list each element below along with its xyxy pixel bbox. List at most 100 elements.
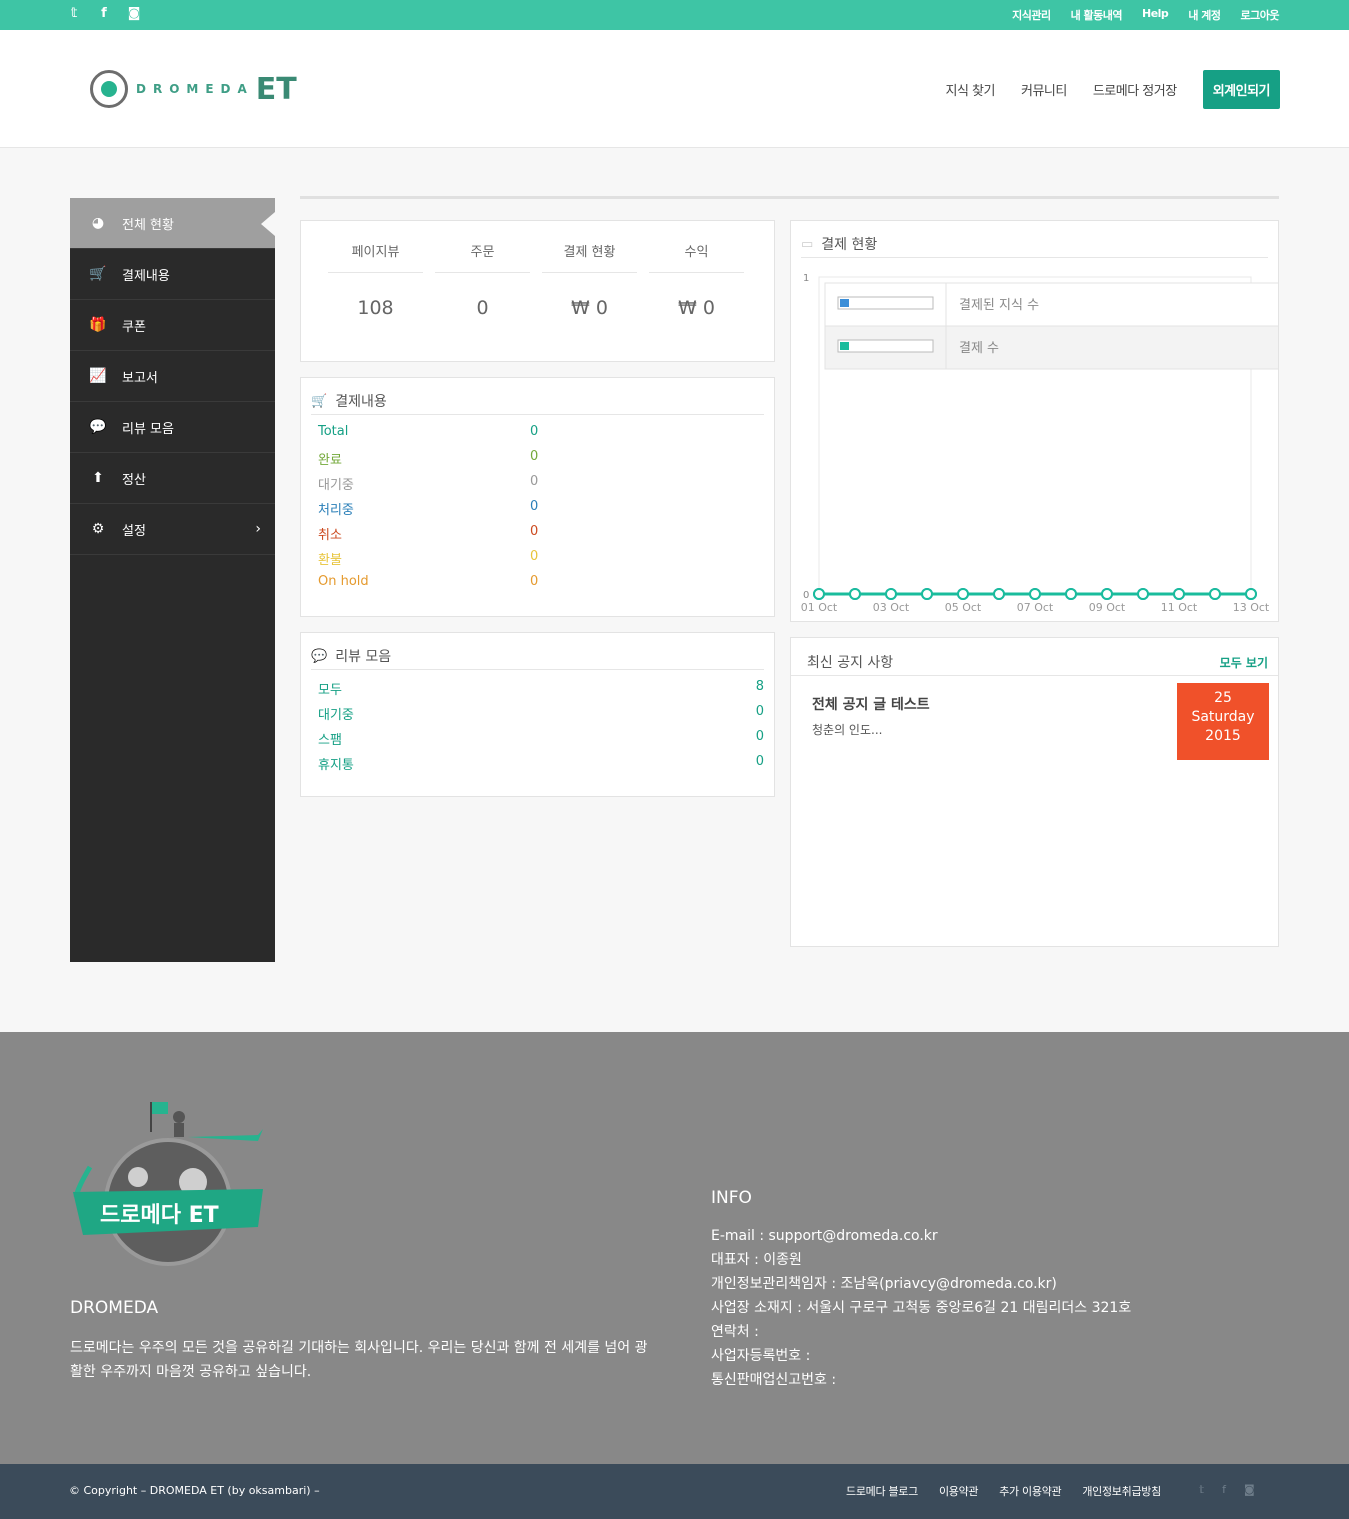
sidebar-item-label: 설정 xyxy=(122,523,146,539)
stat-value: ₩ 0 xyxy=(571,297,608,319)
logo-et: ET xyxy=(255,71,297,107)
topbar-link-activity[interactable]: 내 활동내역 xyxy=(1071,7,1123,23)
stat-value: ₩ 0 xyxy=(678,297,715,319)
sidebar-item-label: 보고서 xyxy=(122,370,158,386)
info-privacy-officer: 개인정보관리책임자 : 조남욱(priavcy@dromeda.co.kr) xyxy=(711,1276,1057,1292)
payment-status-value: 0 xyxy=(530,499,539,514)
review-filter-count: 0 xyxy=(755,729,764,744)
data-point xyxy=(1245,588,1257,600)
sidebar-item-reports[interactable]: 📈 보고서 xyxy=(70,351,275,402)
sidebar-item-reviews[interactable]: 💬 리뷰 모음 xyxy=(70,402,275,453)
info-address: 사업장 소재지 : 서울시 구로구 고척동 중앙로6길 21 대림리더스 321… xyxy=(711,1300,1132,1316)
payment-status-label[interactable]: Total xyxy=(318,424,348,439)
emblem-text: 드로메다 ET xyxy=(100,1203,219,1228)
payment-status-label[interactable]: 환불 xyxy=(318,549,342,568)
review-filter-count: 8 xyxy=(755,679,764,694)
stat-orders: 주문 0 xyxy=(435,241,530,319)
sidebar-item-payments[interactable]: 🛒 결제내용 xyxy=(70,249,275,300)
panel-title: 💬 리뷰 모음 xyxy=(311,643,764,670)
footer-link-terms[interactable]: 이용약관 xyxy=(939,1483,979,1499)
legend-label: 결제된 지식 수 xyxy=(959,298,1039,313)
twitter-icon[interactable]: 𝕥 xyxy=(1199,1483,1204,1496)
site-header: DROMEDA ET 지식 찾기 커뮤니티 드로메다 정거장 외계인되기 xyxy=(0,30,1349,148)
payment-status-value: 0 xyxy=(530,449,539,464)
review-filter-label[interactable]: 휴지통 xyxy=(318,754,354,773)
sidebar-item-overview[interactable]: ◕ 전체 현황 xyxy=(70,198,275,249)
sidebar-item-label: 쿠폰 xyxy=(122,319,146,335)
sidebar-item-label: 정산 xyxy=(122,472,146,488)
topbar-link-help[interactable]: Help xyxy=(1142,7,1169,23)
notice-title: 최신 공지 사항 xyxy=(807,655,894,671)
footer-description: 드로메다는 우주의 모든 것을 공유하길 기대하는 회사입니다. 우리는 당신과… xyxy=(70,1340,648,1380)
sidebar-item-settings[interactable]: ⚙ 설정 › xyxy=(70,504,275,555)
payment-status-label[interactable]: 처리중 xyxy=(318,499,354,518)
notice-item-title[interactable]: 전체 공지 글 테스트 xyxy=(812,694,930,714)
payment-status-label[interactable]: 완료 xyxy=(318,449,342,468)
date-weekday: Saturday xyxy=(1191,709,1255,725)
topbar-link-account[interactable]: 내 계정 xyxy=(1188,7,1221,23)
payments-card: 🛒 결제내용 Total 0 완료 0 대기중 0 처리중 0 취소 0 환불 0 On hold 0 xyxy=(300,377,775,617)
site-footer: 드로메다 ET DROMEDA 드로메다는 우주의 모든 것을 공유하길 기대하… xyxy=(0,1032,1349,1464)
footer-link-privacy[interactable]: 개인정보취급방침 xyxy=(1082,1483,1161,1499)
footer-emblem-icon: 드로메다 ET xyxy=(73,1102,263,1266)
logo-mark-icon xyxy=(90,70,128,108)
date-year: 2015 xyxy=(1205,728,1241,744)
payment-status-value: 0 xyxy=(530,574,539,589)
nav-community[interactable]: 커뮤니티 xyxy=(1021,80,1067,99)
nav-station[interactable]: 드로메다 정거장 xyxy=(1093,80,1177,99)
y-tick-label: 1 xyxy=(803,273,809,284)
review-filter-label[interactable]: 대기중 xyxy=(318,704,354,723)
nav-find-knowledge[interactable]: 지식 찾기 xyxy=(946,80,996,99)
x-tick-label: 09 Oct xyxy=(1089,601,1126,614)
become-alien-button[interactable]: 외계인되기 xyxy=(1202,70,1280,109)
footer-social: 𝕥 f ◙ xyxy=(1199,1483,1255,1496)
y-tick-label: 0 xyxy=(803,590,809,601)
line-chart: 0 1 01 Oct 03 Oct 05 Oct 07 Oct 09 Oct 11 Oct 13… xyxy=(801,273,1278,614)
sidebar-item-coupons[interactable]: 🎁 쿠폰 xyxy=(70,300,275,351)
content-divider xyxy=(300,196,1279,199)
logo[interactable]: DROMEDA ET xyxy=(90,70,297,108)
sidebar-item-label: 결제내용 xyxy=(122,268,170,284)
sidebar: ◕ 전체 현황 🛒 결제내용 🎁 쿠폰 📈 보고서 💬 리뷰 모음 ⬆ 정산 ⚙… xyxy=(70,198,275,962)
footer-links: 드로메다 블로그 이용약관 추가 이용약관 개인정보취급방침 xyxy=(846,1483,1161,1499)
data-point xyxy=(993,588,1005,600)
stat-pageviews: 페이지뷰 108 xyxy=(328,241,423,319)
data-point xyxy=(1101,588,1113,600)
comments-icon: 💬 xyxy=(89,419,107,435)
instagram-icon[interactable]: ◙ xyxy=(126,6,142,21)
twitter-icon[interactable]: 𝕥 xyxy=(66,6,82,21)
topbar-link-knowledge[interactable]: 지식관리 xyxy=(1012,7,1051,23)
reviews-title: 리뷰 모음 xyxy=(335,649,392,665)
footer-link-blog[interactable]: 드로메다 블로그 xyxy=(846,1483,918,1499)
data-point xyxy=(1029,588,1041,600)
copyright: © Copyright – DROMEDA ET (by oksambari) … xyxy=(69,1484,320,1497)
facebook-icon[interactable]: f xyxy=(96,6,112,21)
sidebar-item-settlement[interactable]: ⬆ 정산 xyxy=(70,453,275,504)
view-all-link[interactable]: 모두 보기 xyxy=(1220,654,1268,671)
panel-title: ▭ 결제 현황 xyxy=(801,231,1268,258)
stat-revenue: 수익 ₩ 0 xyxy=(649,241,744,319)
x-tick-label: 13 Oct xyxy=(1233,601,1270,614)
cart-icon: 🛒 xyxy=(311,393,328,409)
payment-status-label[interactable]: 취소 xyxy=(318,524,342,543)
data-point xyxy=(885,588,897,600)
footer-link-extra-terms[interactable]: 추가 이용약관 xyxy=(999,1483,1061,1499)
payment-status-label[interactable]: On hold xyxy=(318,574,369,589)
data-point xyxy=(1173,588,1185,600)
topbar-link-logout[interactable]: 로그아웃 xyxy=(1241,7,1280,23)
x-tick-label: 05 Oct xyxy=(945,601,982,614)
data-point xyxy=(921,588,933,600)
payment-status-label[interactable]: 대기중 xyxy=(318,474,354,493)
reviews-card: 💬 리뷰 모음 모두 8 대기중 0 스팸 0 휴지통 0 xyxy=(300,632,775,797)
facebook-icon[interactable]: f xyxy=(1222,1483,1226,1496)
instagram-icon[interactable]: ◙ xyxy=(1244,1483,1255,1496)
review-filter-count: 0 xyxy=(755,754,764,769)
stat-payment-status: 결제 현황 ₩ 0 xyxy=(542,241,637,319)
info-email: E-mail : support@dromeda.co.kr xyxy=(711,1228,938,1244)
review-filter-label[interactable]: 스팸 xyxy=(318,729,342,748)
data-point xyxy=(1209,588,1221,600)
review-filter-label[interactable]: 모두 xyxy=(318,679,342,698)
topbar-social: 𝕥 f ◙ xyxy=(66,6,142,21)
x-tick-label: 07 Oct xyxy=(1017,601,1054,614)
data-point xyxy=(849,588,861,600)
